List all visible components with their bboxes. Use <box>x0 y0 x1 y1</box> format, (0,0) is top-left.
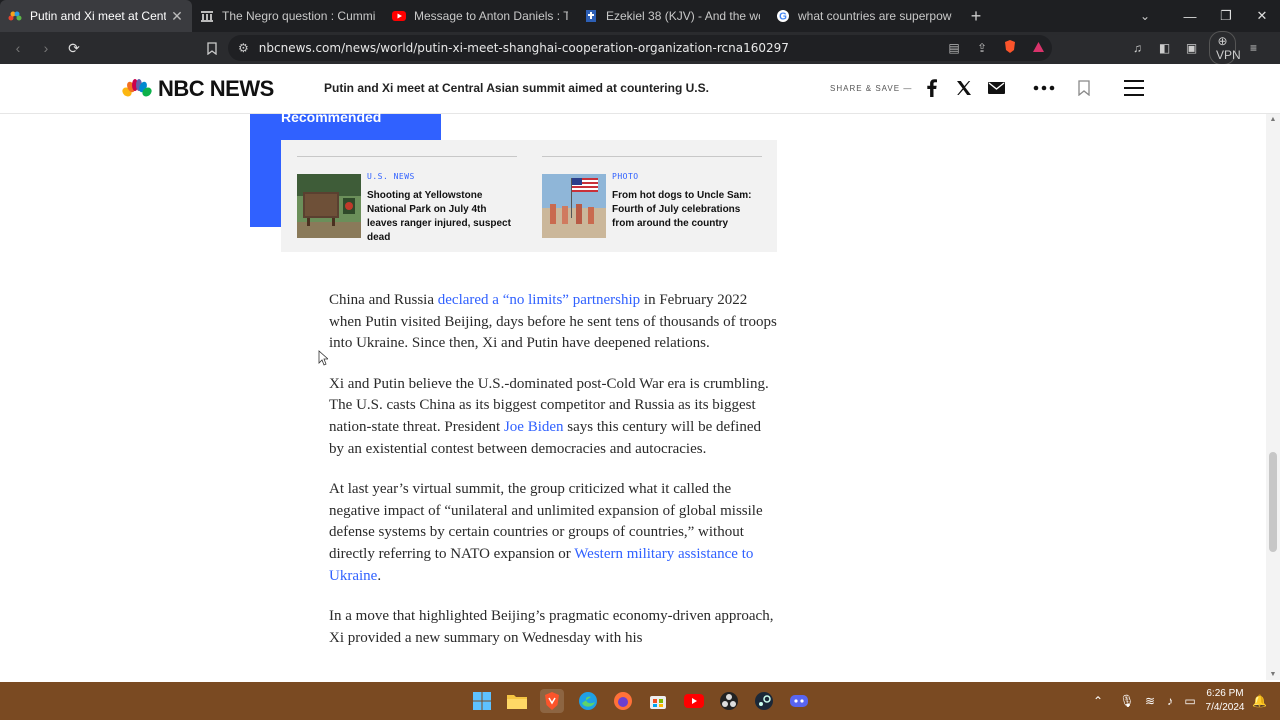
recommended-category: PHOTO <box>612 172 639 181</box>
window-controls: — ❐ ✕ <box>1172 0 1280 32</box>
yellowstone-thumbnail[interactable] <box>297 174 361 238</box>
url-text: nbcnews.com/news/world/putin-xi-meet-sha… <box>258 41 789 55</box>
restore-icon[interactable]: ❐ <box>1208 0 1244 32</box>
tab-search-icon[interactable]: ⌄ <box>1130 0 1160 32</box>
youtube-icon <box>392 9 406 23</box>
archive-icon <box>200 9 214 23</box>
svg-text:G: G <box>779 12 787 23</box>
nbc-peacock-icon <box>122 79 152 97</box>
logo-text: NBC NEWS <box>158 76 274 101</box>
tab-title: Ezekiel 38 (KJV) - And the word of th <box>606 9 760 23</box>
share-icon[interactable]: ⇪ <box>968 41 996 55</box>
edge-icon[interactable] <box>576 689 600 713</box>
address-bar[interactable]: ⚙ nbcnews.com/news/world/putin-xi-meet-s… <box>228 35 1052 61</box>
back-icon[interactable]: ‹ <box>4 34 32 62</box>
tab-youtube[interactable]: Message to Anton Daniels : The silly <box>384 0 576 32</box>
youtube-app-icon[interactable] <box>682 689 706 713</box>
vpn-button[interactable]: ⊕ VPN <box>1209 31 1241 65</box>
reader-mode-icon[interactable]: ▤ <box>940 41 968 55</box>
page-scrollbar[interactable]: ▲ ▼ <box>1266 114 1280 680</box>
bookmark-save-icon[interactable] <box>1072 76 1096 100</box>
paragraph-text: . <box>377 567 382 584</box>
file-explorer-icon[interactable] <box>505 689 529 713</box>
article-paragraph: China and Russia declared a “no limits” … <box>329 290 779 355</box>
bible-icon <box>584 9 598 23</box>
article-paragraph: At last year’s virtual summit, the group… <box>329 479 779 587</box>
tab-title: The Negro question : Cummings, Le <box>222 9 376 23</box>
recommended-item[interactable]: U.S. NEWS Shooting at Yellowstone Nation… <box>297 156 517 243</box>
tab-title: what countries are superpowers? - G <box>798 9 952 23</box>
forward-icon[interactable]: › <box>32 34 60 62</box>
discord-icon[interactable] <box>787 689 811 713</box>
bookmark-icon[interactable] <box>198 34 226 62</box>
steam-icon[interactable] <box>752 689 776 713</box>
menu-icon[interactable]: ≡ <box>1240 41 1267 55</box>
volume-icon[interactable]: ♪ <box>1160 694 1180 708</box>
microphone-icon[interactable]: 🎙 <box>1114 694 1140 708</box>
joe-biden-link[interactable]: Joe Biden <box>504 419 564 435</box>
firefox-icon[interactable] <box>611 689 635 713</box>
mouse-cursor-icon <box>318 350 328 366</box>
browser-toolbar: ‹ › ⟳ ⚙ nbcnews.com/news/world/putin-xi-… <box>0 31 1280 65</box>
email-icon[interactable] <box>984 76 1008 100</box>
clock-time: 6:26 PM <box>1206 688 1244 699</box>
windows-start-icon[interactable] <box>470 689 494 713</box>
reload-icon[interactable]: ⟳ <box>60 34 88 62</box>
facebook-icon[interactable] <box>920 76 944 100</box>
notification-bell-icon[interactable]: 🔔 <box>1252 694 1267 708</box>
media-icon[interactable]: ♫ <box>1124 41 1151 55</box>
taskbar: ⌃ 🎙 ≋ ♪ ▭ 6:26 PM 7/4/2024 🔔 <box>0 682 1280 720</box>
scrollbar-thumb[interactable] <box>1269 452 1277 552</box>
recommended-card: U.S. NEWS Shooting at Yellowstone Nation… <box>281 140 777 252</box>
share-save-label: SHARE & SAVE — <box>830 84 913 93</box>
tab-strip: Putin and Xi meet at Central Asi ✕ The N… <box>0 0 1280 32</box>
obs-icon[interactable] <box>717 689 741 713</box>
tab-archive[interactable]: The Negro question : Cummings, Le <box>192 0 384 32</box>
scroll-down-icon[interactable]: ▼ <box>1268 671 1278 678</box>
scroll-up-icon[interactable]: ▲ <box>1268 116 1278 123</box>
paragraph-text: China and Russia <box>329 292 438 308</box>
article-paragraph: In a move that highlighted Beijing’s pra… <box>329 606 779 649</box>
no-limits-partnership-link[interactable]: declared a “no limits” partnership <box>438 292 640 308</box>
tab-title: Message to Anton Daniels : The silly <box>414 9 568 23</box>
paragraph-text: In a move that highlighted Beijing’s pra… <box>329 608 774 646</box>
recommended-label: Recommended <box>281 109 382 125</box>
tab-title: Putin and Xi meet at Central Asi <box>30 9 166 23</box>
site-header: NBC NEWS Putin and Xi meet at Central As… <box>0 64 1280 114</box>
header-title: Putin and Xi meet at Central Asian summi… <box>324 81 709 95</box>
recommended-headline[interactable]: Shooting at Yellowstone National Park on… <box>367 189 519 245</box>
more-options-icon[interactable] <box>1032 76 1056 100</box>
wifi-icon[interactable]: ≋ <box>1140 694 1160 708</box>
recommended-item[interactable]: PHOTO From hot dogs to Uncle Sam: Fourth… <box>542 156 762 238</box>
brave-shields-icon[interactable] <box>996 39 1024 57</box>
minimize-icon[interactable]: — <box>1172 0 1208 32</box>
google-icon: G <box>776 9 790 23</box>
tab-nbc[interactable]: Putin and Xi meet at Central Asi ✕ <box>0 0 192 32</box>
new-tab-button[interactable]: + <box>960 0 992 32</box>
hamburger-menu-icon[interactable] <box>1122 76 1146 100</box>
fourth-of-july-thumbnail[interactable] <box>542 174 606 238</box>
clock-date: 7/4/2024 <box>1205 702 1245 713</box>
tab-google[interactable]: G what countries are superpowers? - G <box>768 0 960 32</box>
recommended-headline[interactable]: From hot dogs to Uncle Sam: Fourth of Ju… <box>612 189 764 231</box>
article-body: China and Russia declared a “no limits” … <box>329 290 779 668</box>
sidebar-icon[interactable]: ◧ <box>1151 41 1178 55</box>
battery-icon[interactable]: ▭ <box>1180 694 1200 708</box>
x-twitter-icon[interactable] <box>952 76 976 100</box>
show-hidden-icons[interactable]: ⌃ <box>1090 694 1106 708</box>
brave-browser-icon[interactable] <box>540 689 564 713</box>
nbc-news-logo[interactable]: NBC NEWS <box>122 76 274 102</box>
recommended-category: U.S. NEWS <box>367 172 415 181</box>
close-tab-icon[interactable]: ✕ <box>170 8 184 25</box>
close-window-icon[interactable]: ✕ <box>1244 0 1280 32</box>
vpn-label: VPN <box>1216 48 1241 62</box>
system-clock[interactable]: 6:26 PM 7/4/2024 <box>1198 687 1252 715</box>
brave-rewards-icon[interactable] <box>1024 41 1052 56</box>
wallet-icon[interactable]: ▣ <box>1178 41 1205 55</box>
store-icon[interactable] <box>646 689 670 713</box>
article-paragraph: Xi and Putin believe the U.S.-dominated … <box>329 374 779 460</box>
site-settings-icon[interactable]: ⚙ <box>238 41 249 55</box>
nbc-peacock-icon <box>8 9 22 23</box>
tab-bible[interactable]: Ezekiel 38 (KJV) - And the word of th <box>576 0 768 32</box>
